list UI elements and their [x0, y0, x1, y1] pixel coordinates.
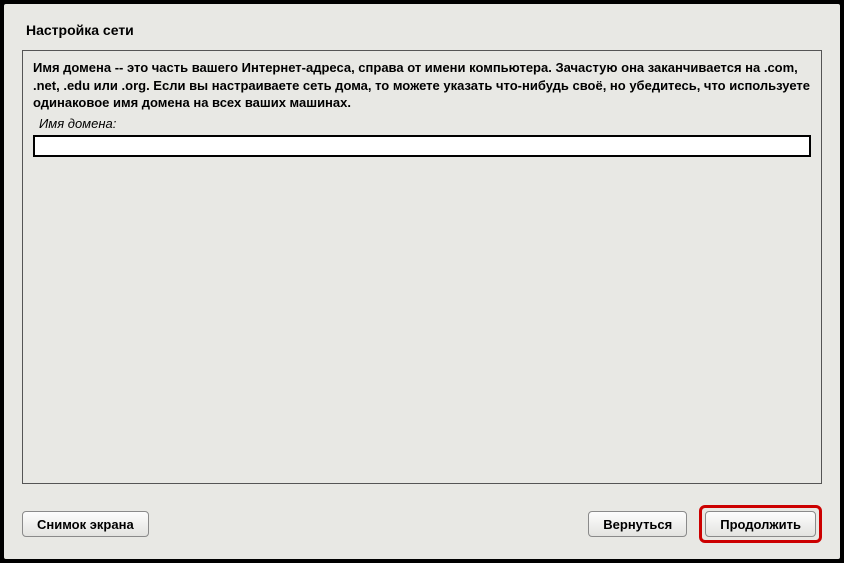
right-button-group: Вернуться Продолжить [588, 505, 822, 543]
content-panel: Имя домена -- это часть вашего Интернет-… [22, 50, 822, 484]
button-row: Снимок экрана Вернуться Продолжить [22, 505, 822, 543]
screenshot-button[interactable]: Снимок экрана [22, 511, 149, 537]
continue-button[interactable]: Продолжить [705, 511, 816, 537]
continue-highlight: Продолжить [699, 505, 822, 543]
domain-input[interactable] [33, 135, 811, 157]
installer-window: Настройка сети Имя домена -- это часть в… [4, 4, 840, 559]
input-wrap [33, 135, 811, 157]
back-button[interactable]: Вернуться [588, 511, 687, 537]
domain-field-label: Имя домена: [33, 116, 811, 131]
description-text: Имя домена -- это часть вашего Интернет-… [33, 59, 811, 112]
page-title: Настройка сети [4, 4, 840, 50]
